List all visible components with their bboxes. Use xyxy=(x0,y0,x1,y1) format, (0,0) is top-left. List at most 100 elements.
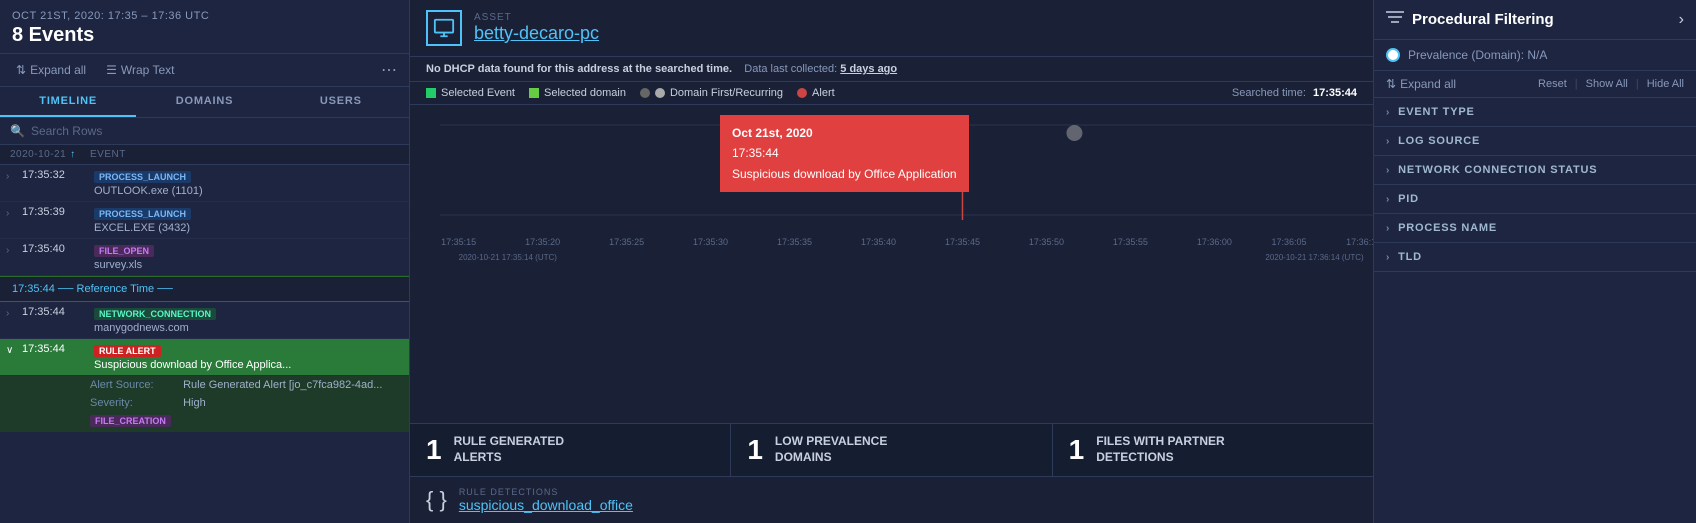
asset-name[interactable]: betty-decaro-pc xyxy=(474,23,599,44)
filter-section-header-tld[interactable]: › TLD xyxy=(1374,243,1696,271)
filter-section-pid: › PID xyxy=(1374,185,1696,214)
filter-section-process-name: › PROCESS NAME xyxy=(1374,214,1696,243)
stat-rule-alerts: 1 RULE GENERATEDALERTS xyxy=(410,424,731,476)
more-options-button[interactable]: ⋯ xyxy=(381,60,397,80)
prevalence-row: Prevalence (Domain): N/A xyxy=(1374,40,1696,71)
event-tag: PROCESS_LAUNCH xyxy=(94,208,191,220)
wrap-icon: ☰ xyxy=(106,63,117,77)
left-header: OCT 21ST, 2020: 17:35 – 17:36 UTC 8 Even… xyxy=(0,0,409,54)
svg-text:17:35:40: 17:35:40 xyxy=(861,237,896,247)
rule-info: RULE DETECTIONS suspicious_download_offi… xyxy=(459,487,633,513)
asset-label: ASSET xyxy=(474,12,599,23)
middle-panel: ASSET betty-decaro-pc No DHCP data found… xyxy=(410,0,1374,523)
event-count: 8 Events xyxy=(12,24,397,47)
filter-section-header-event-type[interactable]: › EVENT TYPE xyxy=(1374,98,1696,126)
tab-timeline[interactable]: TIMELINE xyxy=(0,87,136,117)
rule-icon: { } xyxy=(426,487,447,513)
expand-arrow[interactable]: › xyxy=(6,171,18,182)
filter-section-tld: › TLD xyxy=(1374,243,1696,272)
sort-arrow: ↑ xyxy=(70,149,76,160)
svg-text:17:35:30: 17:35:30 xyxy=(693,237,728,247)
right-arrow[interactable]: › xyxy=(1679,11,1684,29)
section-label: NETWORK CONNECTION STATUS xyxy=(1398,164,1597,176)
chevron-icon: › xyxy=(1386,136,1390,147)
stats-bar: 1 RULE GENERATEDALERTS 1 LOW PREVALENCED… xyxy=(410,423,1373,476)
svg-text:17:36:05: 17:36:05 xyxy=(1272,237,1307,247)
stat-num-3: 1 xyxy=(1069,434,1085,466)
stat-label-3: FILES WITH PARTNERDETECTIONS xyxy=(1096,434,1224,465)
hide-all-button[interactable]: Hide All xyxy=(1647,78,1684,90)
event-tag: NETWORK_CONNECTION xyxy=(94,308,216,320)
timeline-scroll[interactable]: › 17:35:32 PROCESS_LAUNCH OUTLOOK.exe (1… xyxy=(0,165,409,523)
filter-section-header-log-source[interactable]: › LOG SOURCE xyxy=(1374,127,1696,155)
right-title: Procedural Filtering xyxy=(1412,11,1554,28)
rule-name[interactable]: suspicious_download_office xyxy=(459,497,633,513)
svg-text:17:35:50: 17:35:50 xyxy=(1029,237,1064,247)
filter-section-log-source: › LOG SOURCE xyxy=(1374,127,1696,156)
legend-alert-icon xyxy=(797,88,807,98)
tab-users[interactable]: USERS xyxy=(273,87,409,117)
right-header: Procedural Filtering › xyxy=(1374,0,1696,40)
event-desc: manygodnews.com xyxy=(94,322,403,334)
expand-all-icon: ⇅ xyxy=(1386,77,1396,91)
event-row[interactable]: › 17:35:32 PROCESS_LAUNCH OUTLOOK.exe (1… xyxy=(0,165,409,202)
tooltip-time: 17:35:44 xyxy=(732,143,957,163)
asset-header: ASSET betty-decaro-pc xyxy=(410,0,1373,57)
event-desc: survey.xls xyxy=(94,259,403,271)
event-row[interactable]: › 17:35:44 NETWORK_CONNECTION manygodnew… xyxy=(0,302,409,339)
stat-num-2: 1 xyxy=(747,434,763,466)
reset-button[interactable]: Reset xyxy=(1538,78,1567,90)
section-label: PROCESS NAME xyxy=(1398,222,1497,234)
chevron-icon: › xyxy=(1386,252,1390,263)
chart-area: Prevalence 1 2 17:35:15 17:35:20 17:35:2… xyxy=(410,105,1373,423)
stat-files-partner: 1 FILES WITH PARTNERDETECTIONS xyxy=(1053,424,1373,476)
legend-domain-recurring-icon xyxy=(655,88,665,98)
event-time: 17:35:32 xyxy=(22,169,90,181)
stat-label-2: LOW PREVALENCEDOMAINS xyxy=(775,434,887,465)
svg-text:17:35:45: 17:35:45 xyxy=(945,237,980,247)
prevalence-label: Prevalence (Domain): N/A xyxy=(1408,48,1547,62)
expand-arrow[interactable]: › xyxy=(6,208,18,219)
event-desc: OUTLOOK.exe (1101) xyxy=(94,185,403,197)
asset-icon xyxy=(426,10,462,46)
event-row[interactable]: › 17:35:40 FILE_OPEN survey.xls xyxy=(0,239,409,276)
col-time-header: 2020-10-21 ↑ xyxy=(10,149,90,160)
svg-text:17:36:10: 17:36:10 xyxy=(1346,237,1373,247)
rule-footer: { } RULE DETECTIONS suspicious_download_… xyxy=(410,476,1373,523)
filter-icon xyxy=(1386,10,1404,29)
section-label: PID xyxy=(1398,193,1419,205)
tabs: TIMELINE DOMAINS USERS xyxy=(0,87,409,118)
filter-section-header-process-name[interactable]: › PROCESS NAME xyxy=(1374,214,1696,242)
y-axis-label: Prevalence xyxy=(410,185,412,235)
legend-bar: Selected Event Selected domain Domain Fi… xyxy=(410,82,1373,105)
right-panel: Procedural Filtering › Prevalence (Domai… xyxy=(1374,0,1696,523)
prevalence-toggle[interactable] xyxy=(1386,48,1400,62)
filter-section-header-network-conn[interactable]: › NETWORK CONNECTION STATUS xyxy=(1374,156,1696,184)
event-row[interactable]: › 17:35:39 PROCESS_LAUNCH EXCEL.EXE (343… xyxy=(0,202,409,239)
filter-section-header-pid[interactable]: › PID xyxy=(1374,185,1696,213)
search-input[interactable] xyxy=(31,124,399,138)
event-row-active[interactable]: ∨ 17:35:44 RULE ALERT Suspicious downloa… xyxy=(0,339,409,376)
wrap-text-button[interactable]: ☰ Wrap Text xyxy=(102,61,178,79)
stat-low-prevalence: 1 LOW PREVALENCEDOMAINS xyxy=(731,424,1052,476)
expand-all-button[interactable]: ⇅ Expand all xyxy=(12,61,90,79)
filter-section-network-conn: › NETWORK CONNECTION STATUS xyxy=(1374,156,1696,185)
tab-domains[interactable]: DOMAINS xyxy=(136,87,272,117)
expand-all-button[interactable]: ⇅ Expand all xyxy=(1386,77,1456,91)
expand-arrow[interactable]: ∨ xyxy=(6,345,18,356)
collected-label: Data last collected: xyxy=(744,63,837,75)
detail-row: Alert Source: Rule Generated Alert [jo_c… xyxy=(0,376,409,394)
svg-text:17:36:00: 17:36:00 xyxy=(1197,237,1232,247)
expand-arrow[interactable]: › xyxy=(6,308,18,319)
chevron-icon: › xyxy=(1386,223,1390,234)
event-tag: FILE_OPEN xyxy=(94,245,154,257)
col-headers: 2020-10-21 ↑ EVENT xyxy=(0,145,409,165)
section-label: EVENT TYPE xyxy=(1398,106,1474,118)
detail-row: Severity: High xyxy=(0,394,409,412)
reference-time: 17:35:44 ── Reference Time ── xyxy=(0,276,409,302)
svg-text:17:35:20: 17:35:20 xyxy=(525,237,560,247)
show-all-button[interactable]: Show All xyxy=(1586,78,1628,90)
legend-alert: Alert xyxy=(797,87,835,99)
expand-arrow[interactable]: › xyxy=(6,245,18,256)
event-content: PROCESS_LAUNCH OUTLOOK.exe (1101) xyxy=(94,169,403,197)
